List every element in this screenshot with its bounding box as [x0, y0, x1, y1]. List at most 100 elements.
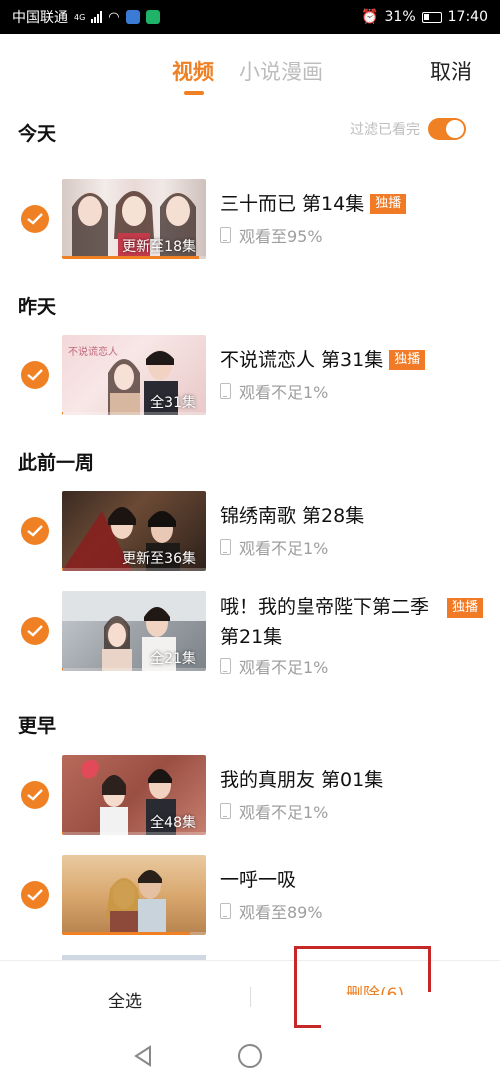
video-thumbnail[interactable]: 全21集	[62, 591, 206, 671]
watch-progress-bar	[62, 412, 64, 415]
signal-icon	[91, 11, 103, 23]
phone-icon	[220, 903, 231, 919]
watch-status: 观看不足1%	[220, 799, 490, 823]
delete-button[interactable]: 删除(6)	[346, 985, 404, 995]
watch-progress-bar	[62, 256, 199, 259]
item-title-row: 我的真朋友 第01集	[220, 765, 490, 795]
item-title: 不说谎恋人 第31集	[220, 349, 384, 371]
list-item[interactable]: 全21集 哦！我的皇帝陛下第二季 第21集 独播 观看不足1%	[0, 591, 500, 677]
video-thumbnail[interactable]: 更新至36集	[62, 491, 206, 571]
home-icon[interactable]	[238, 1044, 262, 1068]
phone-icon	[220, 539, 231, 555]
section-yesterday: 昨天	[18, 296, 57, 318]
watch-progress-text: 观看不足1%	[239, 803, 329, 822]
video-thumbnail[interactable]: 不说谎恋人 全31集	[62, 335, 206, 415]
tab-novel-comic[interactable]: 小说漫画	[239, 56, 323, 86]
watch-status: 观看至89%	[220, 899, 490, 923]
watch-progress-bar	[62, 932, 191, 935]
episode-overlay: 更新至18集	[122, 239, 196, 255]
section-today: 今天	[18, 123, 57, 145]
phone-icon	[220, 658, 231, 674]
item-title: 一呼一吸	[220, 869, 297, 891]
check-icon[interactable]	[21, 881, 49, 909]
list-item[interactable]: 全48集 我的真朋友 第01集 观看不足1%	[0, 755, 500, 835]
phone-icon	[220, 803, 231, 819]
highlight-box-right	[428, 946, 431, 992]
check-icon[interactable]	[21, 361, 49, 389]
item-info: 不说谎恋人 第31集 独播 观看不足1%	[220, 335, 490, 403]
list-item[interactable]: 不说谎恋人 全31集 不说谎恋人 第31集 独播 观看不足1%	[0, 335, 500, 415]
select-all-button[interactable]: 全选	[108, 987, 142, 1012]
watch-progress-text: 观看至95%	[239, 227, 323, 246]
list-item[interactable]: 一呼一吸 观看至89%	[0, 855, 500, 935]
exclusive-badge: 独播	[370, 194, 407, 214]
item-title: 我的真朋友 第01集	[220, 769, 384, 791]
item-title-row: 一呼一吸	[220, 865, 490, 895]
filter-watched: 过滤已看完	[350, 118, 466, 140]
check-icon[interactable]	[21, 617, 49, 645]
check-icon[interactable]	[21, 205, 49, 233]
section-earlier: 更早	[18, 715, 57, 737]
progress-track	[62, 832, 206, 835]
filter-toggle[interactable]	[428, 118, 466, 140]
item-title: 哦！我的皇帝陛下第二季 第21集	[220, 596, 430, 648]
status-bar: 中国联通 4G ◠ ⏰ 31% 17:40	[0, 0, 500, 34]
highlight-box-bottom	[294, 1025, 321, 1028]
back-icon[interactable]	[132, 1044, 154, 1068]
item-title-row: 三十而已 第14集 独播	[220, 189, 490, 219]
svg-text:不说谎恋人: 不说谎恋人	[68, 345, 118, 358]
tab-video[interactable]: 视频	[172, 56, 214, 86]
highlight-box-left	[294, 946, 297, 1028]
watch-status: 观看不足1%	[220, 379, 490, 403]
battery-icon	[421, 11, 442, 23]
watch-status: 观看不足1%	[220, 535, 490, 559]
watch-progress-bar	[62, 832, 64, 835]
episode-overlay: 全31集	[150, 395, 196, 411]
battery-percent: 31%	[384, 9, 416, 25]
wifi-icon: ◠	[108, 9, 120, 25]
progress-track	[62, 412, 206, 415]
watch-progress-bar	[62, 668, 64, 671]
episode-overlay: 全21集	[150, 651, 196, 667]
app-notification-icon	[145, 10, 160, 24]
item-title: 锦绣南歌 第28集	[220, 505, 365, 527]
phone-icon	[220, 383, 231, 399]
item-info: 三十而已 第14集 独播 观看至95%	[220, 179, 490, 247]
network-label: 4G	[74, 12, 86, 22]
item-title: 三十而已 第14集	[220, 193, 365, 215]
phone-icon	[220, 227, 231, 243]
highlight-box-top	[294, 946, 431, 949]
bottom-action-bar: 全选 删除(6)	[0, 960, 500, 1032]
exclusive-badge: 独播	[446, 598, 483, 618]
item-info: 哦！我的皇帝陛下第二季 第21集 独播 观看不足1%	[220, 591, 488, 678]
system-navbar	[0, 1032, 500, 1083]
item-title-row: 不说谎恋人 第31集 独播	[220, 345, 490, 375]
watch-progress-bar	[62, 568, 64, 571]
progress-track	[62, 668, 206, 671]
episode-overlay: 全48集	[150, 815, 196, 831]
clock: 17:40	[447, 9, 488, 25]
watch-status: 观看至95%	[220, 223, 490, 247]
check-icon[interactable]	[21, 781, 49, 809]
section-past-week: 此前一周	[18, 452, 95, 474]
watch-progress-text: 观看至89%	[239, 903, 323, 922]
video-thumbnail[interactable]	[62, 855, 206, 935]
episode-overlay: 更新至36集	[122, 551, 196, 567]
divider	[250, 987, 251, 1007]
item-info: 锦绣南歌 第28集 观看不足1%	[220, 491, 490, 559]
video-thumbnail[interactable]: 更新至18集	[62, 179, 206, 259]
shield-app-icon	[125, 10, 140, 24]
watch-progress-text: 观看不足1%	[239, 383, 329, 402]
header: 视频 小说漫画 取消	[0, 34, 500, 100]
active-tab-indicator	[184, 91, 204, 95]
video-thumbnail[interactable]: 全48集	[62, 755, 206, 835]
alarm-icon: ⏰	[361, 9, 379, 25]
list-item[interactable]: 更新至36集 锦绣南歌 第28集 观看不足1%	[0, 491, 500, 571]
list-item[interactable]: 更新至18集 三十而已 第14集 独播 观看至95%	[0, 179, 500, 259]
carrier-label: 中国联通	[12, 10, 68, 26]
check-icon[interactable]	[21, 517, 49, 545]
cancel-button[interactable]: 取消	[430, 56, 472, 86]
filter-label: 过滤已看完	[350, 122, 420, 138]
item-info: 一呼一吸 观看至89%	[220, 855, 490, 923]
watch-status: 观看不足1%	[220, 654, 488, 678]
